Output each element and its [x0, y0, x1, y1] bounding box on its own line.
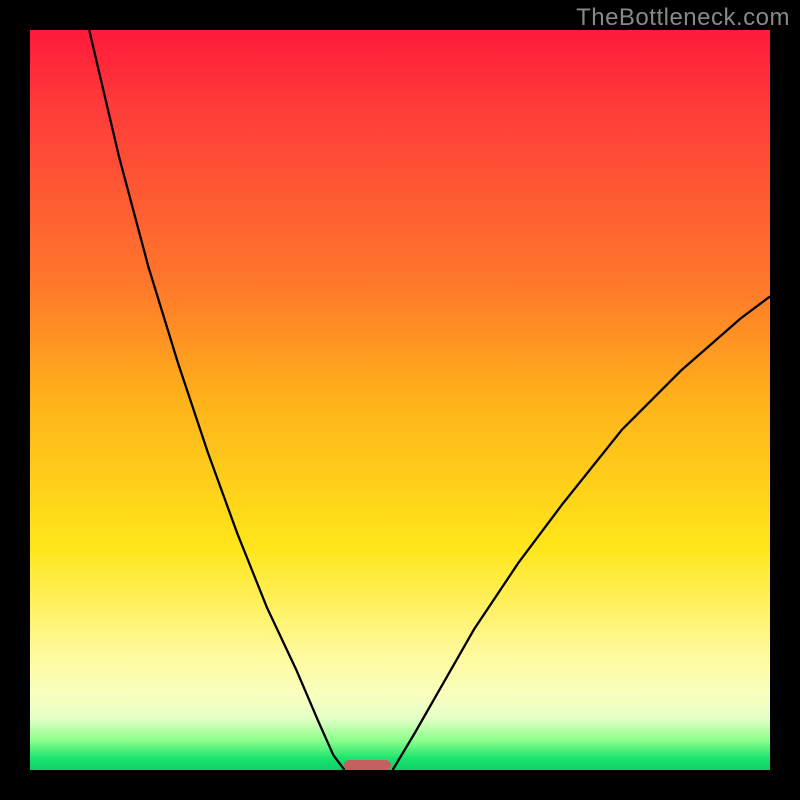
bottleneck-marker: [344, 760, 391, 770]
watermark-text: TheBottleneck.com: [576, 4, 790, 32]
left-curve: [89, 30, 344, 770]
curves-layer: [30, 30, 770, 770]
right-curve: [393, 296, 770, 770]
plot-area: [30, 30, 770, 770]
chart-container: TheBottleneck.com: [0, 0, 800, 800]
